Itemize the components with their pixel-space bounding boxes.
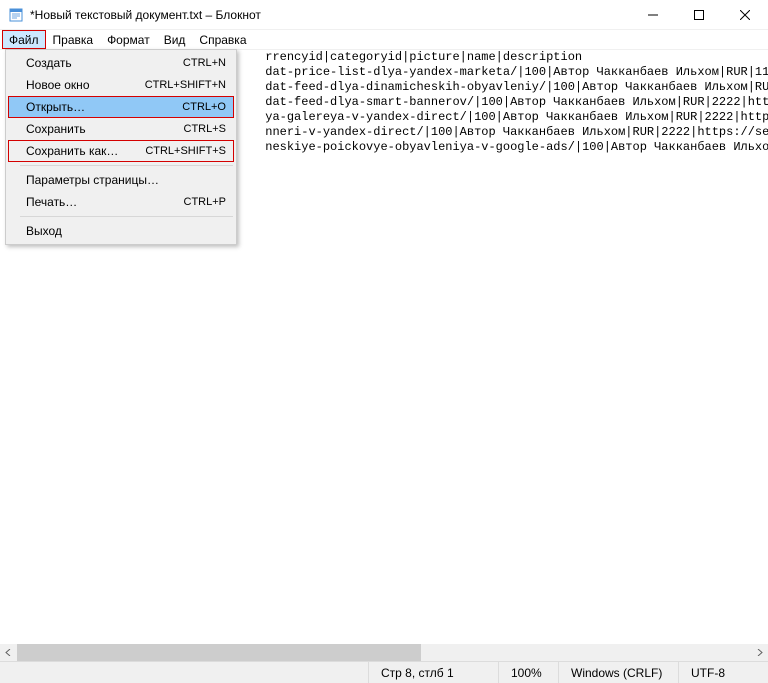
menu-item-shortcut: CTRL+SHIFT+S <box>145 145 226 157</box>
menu-item-open[interactable]: Открыть… CTRL+O <box>8 96 234 118</box>
title-bar: *Новый текстовый документ.txt – Блокнот <box>0 0 768 30</box>
menu-item-label: Выход <box>26 224 226 238</box>
menu-bar: Файл Правка Формат Вид Справка <box>0 30 768 50</box>
minimize-button[interactable] <box>630 0 676 30</box>
menu-item-shortcut: CTRL+S <box>184 123 227 135</box>
window-title: *Новый текстовый документ.txt – Блокнот <box>30 8 630 22</box>
menu-view[interactable]: Вид <box>157 30 193 49</box>
menu-item-save[interactable]: Сохранить CTRL+S <box>8 118 234 140</box>
menu-item-new-window[interactable]: Новое окно CTRL+SHIFT+N <box>8 74 234 96</box>
menu-item-label: Печать… <box>26 195 184 209</box>
menu-item-shortcut: CTRL+N <box>183 57 226 69</box>
menu-format[interactable]: Формат <box>100 30 157 49</box>
status-position: Стр 8, стлб 1 <box>368 662 498 683</box>
status-zoom: 100% <box>498 662 558 683</box>
horizontal-scrollbar[interactable] <box>0 644 768 661</box>
menu-item-shortcut: CTRL+O <box>182 101 226 113</box>
menu-item-shortcut: CTRL+P <box>184 196 227 208</box>
menu-separator <box>20 165 233 166</box>
notepad-icon <box>8 7 24 23</box>
menu-edit[interactable]: Правка <box>46 30 101 49</box>
close-button[interactable] <box>722 0 768 30</box>
menu-item-label: Сохранить как… <box>26 144 145 158</box>
menu-item-label: Параметры страницы… <box>26 173 226 187</box>
scroll-left-arrow-icon[interactable] <box>0 644 17 661</box>
maximize-button[interactable] <box>676 0 722 30</box>
menu-help[interactable]: Справка <box>192 30 253 49</box>
scroll-track[interactable] <box>17 644 751 661</box>
menu-item-label: Новое окно <box>26 78 145 92</box>
menu-separator <box>20 216 233 217</box>
menu-item-new[interactable]: Создать CTRL+N <box>8 52 234 74</box>
file-menu-dropdown: Создать CTRL+N Новое окно CTRL+SHIFT+N О… <box>5 49 237 245</box>
scroll-right-arrow-icon[interactable] <box>751 644 768 661</box>
status-encoding: UTF-8 <box>678 662 768 683</box>
menu-item-label: Открыть… <box>26 100 182 114</box>
status-line-ending: Windows (CRLF) <box>558 662 678 683</box>
scroll-thumb[interactable] <box>17 644 421 661</box>
menu-item-exit[interactable]: Выход <box>8 220 234 242</box>
status-bar: Стр 8, стлб 1 100% Windows (CRLF) UTF-8 <box>0 661 768 683</box>
menu-item-label: Создать <box>26 56 183 70</box>
menu-item-save-as[interactable]: Сохранить как… CTRL+SHIFT+S <box>8 140 234 162</box>
menu-item-print[interactable]: Печать… CTRL+P <box>8 191 234 213</box>
menu-item-page-setup[interactable]: Параметры страницы… <box>8 169 234 191</box>
menu-file[interactable]: Файл <box>2 30 46 49</box>
menu-item-label: Сохранить <box>26 122 184 136</box>
menu-item-shortcut: CTRL+SHIFT+N <box>145 79 226 91</box>
window-controls <box>630 0 768 29</box>
